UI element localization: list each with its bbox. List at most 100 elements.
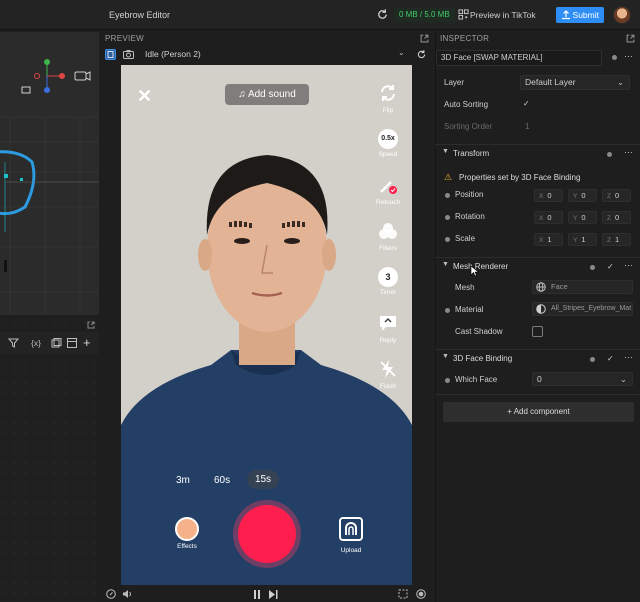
- mesh-field[interactable]: Face: [532, 280, 633, 294]
- duration-15s[interactable]: 15s: [247, 470, 279, 489]
- enabled-checkbox[interactable]: ✓: [607, 262, 614, 271]
- effects-button[interactable]: Effects: [169, 517, 205, 550]
- which-face-select[interactable]: 0 ⌄: [532, 372, 633, 386]
- flip-button[interactable]: Flip: [370, 83, 406, 114]
- more-icon[interactable]: ⋯: [624, 352, 633, 363]
- add-icon[interactable]: +: [83, 335, 91, 350]
- effects-label: Effects: [177, 543, 197, 550]
- chevron-down-icon: ▼: [442, 353, 449, 360]
- retouch-button[interactable]: Retouch: [370, 175, 406, 206]
- flash-label: Flash: [380, 383, 396, 390]
- mesh-label: Mesh: [455, 283, 475, 292]
- axis-gizmo: [34, 59, 65, 93]
- keyframe-icon[interactable]: [445, 308, 450, 313]
- inspector-label: INSPECTOR: [440, 34, 490, 43]
- popout-icon[interactable]: [87, 321, 95, 329]
- preview-stage[interactable]: ✕ ♫ Add sound Flip 0.5x Speed Retouch Fi…: [121, 65, 412, 585]
- duration-3m[interactable]: 3m: [176, 475, 190, 486]
- sorting-order-value[interactable]: 1: [525, 122, 529, 131]
- refresh-icon[interactable]: [376, 8, 389, 21]
- auto-sorting-checkbox[interactable]: ✓: [523, 99, 530, 108]
- keyframe-icon[interactable]: [445, 378, 450, 383]
- scale-z-field[interactable]: Z1: [602, 233, 631, 246]
- compass-icon[interactable]: [106, 589, 116, 599]
- submit-button[interactable]: Submit: [556, 7, 604, 23]
- chevron-down-icon[interactable]: ⌄: [398, 48, 405, 57]
- flash-button[interactable]: Flash: [370, 359, 406, 390]
- face-binding-section-header[interactable]: ▼ 3D Face Binding ✓ ⋯: [435, 349, 640, 367]
- filters-icon: [379, 223, 397, 239]
- top-bar: Eyebrow Editor 0 MB / 5.0 MB Preview in …: [0, 0, 640, 30]
- scale-y-field[interactable]: Y1: [568, 233, 597, 246]
- screenshot-icon[interactable]: [398, 589, 408, 599]
- layer-select[interactable]: Default Layer ⌄: [520, 75, 630, 90]
- volume-icon[interactable]: [122, 589, 132, 599]
- record-video-icon[interactable]: [416, 589, 426, 599]
- rotation-x-field[interactable]: X0: [534, 211, 563, 224]
- reply-button[interactable]: Reply: [370, 313, 406, 344]
- camera-icon[interactable]: [123, 49, 134, 60]
- toggle-dot-icon[interactable]: [607, 152, 612, 157]
- panel-toolbar: {x} +: [0, 332, 99, 354]
- preview-in-tiktok-button[interactable]: Preview in TikTok: [470, 10, 536, 20]
- gallery-icon: [339, 517, 363, 541]
- close-icon[interactable]: ✕: [137, 86, 152, 107]
- step-forward-icon[interactable]: [269, 590, 278, 599]
- speed-label: Speed: [378, 151, 398, 158]
- more-icon[interactable]: ⋯: [624, 51, 633, 62]
- storage-usage: 0 MB / 5.0 MB: [394, 8, 455, 22]
- preview-header: [101, 32, 433, 46]
- cast-shadow-checkbox[interactable]: [532, 326, 543, 337]
- retouch-label: Retouch: [375, 199, 401, 206]
- preview-label: PREVIEW: [105, 34, 144, 43]
- material-icon: [536, 304, 546, 314]
- add-sound-button[interactable]: ♫ Add sound: [225, 84, 309, 105]
- mesh-renderer-title: Mesh Renderer: [453, 262, 509, 271]
- add-component-button[interactable]: + Add component: [443, 402, 634, 422]
- toggle-dot-icon[interactable]: [590, 265, 595, 270]
- more-icon[interactable]: ⋯: [624, 147, 633, 158]
- rotation-y-field[interactable]: Y0: [568, 211, 597, 224]
- variable-button[interactable]: {x}: [31, 338, 41, 348]
- more-icon[interactable]: ⋯: [624, 260, 633, 271]
- mesh-renderer-section-header[interactable]: ▼ Mesh Renderer ✓ ⋯: [435, 257, 640, 275]
- reply-icon: [380, 316, 396, 331]
- rotation-z-field[interactable]: Z0: [602, 211, 631, 224]
- filter-icon[interactable]: [8, 338, 19, 348]
- timer-button[interactable]: 3 Timer: [370, 267, 406, 296]
- pause-icon[interactable]: [253, 590, 261, 599]
- keyframe-icon[interactable]: [445, 215, 450, 220]
- popout-icon[interactable]: [420, 34, 429, 43]
- position-x-field[interactable]: X0: [534, 189, 563, 202]
- position-label: Position: [455, 190, 484, 199]
- object-name-field[interactable]: 3D Face [SWAP MATERIAL]: [436, 50, 602, 66]
- scene-viewport[interactable]: [0, 32, 99, 315]
- material-label: Material: [455, 305, 484, 314]
- device-icon[interactable]: [105, 49, 116, 60]
- filters-button[interactable]: Filters: [370, 221, 406, 252]
- upload-button[interactable]: Upload: [333, 517, 369, 554]
- hierarchy-panel: [0, 318, 99, 602]
- toggle-dot-icon[interactable]: [590, 357, 595, 362]
- record-button[interactable]: [238, 505, 296, 563]
- person-select[interactable]: Idle (Person 2): [145, 49, 201, 59]
- layout-icon[interactable]: [67, 338, 77, 348]
- avatar[interactable]: [613, 6, 631, 24]
- keyframe-icon[interactable]: [445, 193, 450, 198]
- flip-icon: [381, 85, 395, 101]
- popout-icon[interactable]: [626, 34, 635, 43]
- speed-button[interactable]: 0.5x Speed: [370, 129, 406, 158]
- copy-icon[interactable]: [51, 338, 62, 348]
- material-field[interactable]: All_Stripes_Eyebrow_Mat: [532, 302, 633, 316]
- scale-x-field[interactable]: X1: [534, 233, 563, 246]
- globe-icon: [536, 282, 546, 292]
- sorting-order-label: Sorting Order: [444, 122, 493, 131]
- duration-60s[interactable]: 60s: [214, 475, 230, 486]
- visibility-toggle-icon[interactable]: [612, 55, 617, 60]
- transform-section-header[interactable]: ▼ Transform ⋯: [435, 144, 640, 162]
- enabled-checkbox[interactable]: ✓: [607, 354, 614, 363]
- position-z-field[interactable]: Z0: [602, 189, 631, 202]
- keyframe-icon[interactable]: [445, 237, 450, 242]
- refresh-icon[interactable]: [416, 49, 427, 60]
- position-y-field[interactable]: Y0: [568, 189, 597, 202]
